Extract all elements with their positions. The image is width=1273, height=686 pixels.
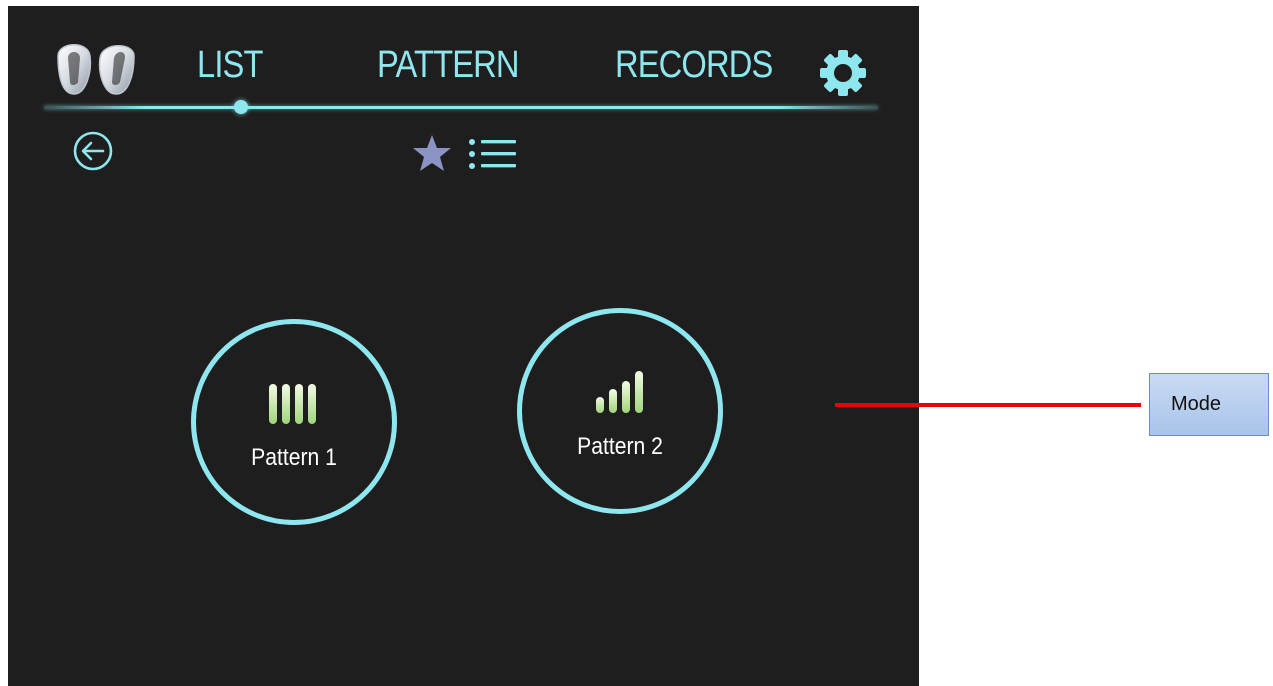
mode-callout: Mode	[1149, 373, 1269, 436]
star-icon[interactable]	[412, 134, 452, 172]
pattern-2-button[interactable]: Pattern 2	[517, 308, 723, 514]
tab-records[interactable]: RECORDS	[615, 44, 773, 87]
tab-indicator-track	[44, 100, 878, 114]
list-icon[interactable]	[468, 137, 518, 171]
tab-indicator-line	[44, 106, 878, 109]
active-tab-indicator	[234, 100, 248, 114]
earbuds-icon[interactable]	[50, 36, 142, 100]
tab-pattern[interactable]: PATTERN	[377, 44, 520, 87]
callout-connector-line	[835, 403, 1141, 407]
tab-list[interactable]: LIST	[197, 44, 263, 87]
pattern-2-label: Pattern 2	[577, 433, 663, 460]
ascending-bars-icon	[596, 371, 643, 413]
equal-bars-icon	[269, 384, 316, 424]
gear-icon[interactable]	[818, 48, 868, 98]
app-screen: LIST PATTERN RECORDS Pattern 1 Pattern 2	[8, 6, 919, 686]
pattern-1-button[interactable]: Pattern 1	[191, 319, 397, 525]
back-arrow-icon[interactable]	[72, 130, 114, 172]
pattern-1-label: Pattern 1	[251, 444, 337, 471]
mode-callout-label: Mode	[1171, 393, 1222, 415]
